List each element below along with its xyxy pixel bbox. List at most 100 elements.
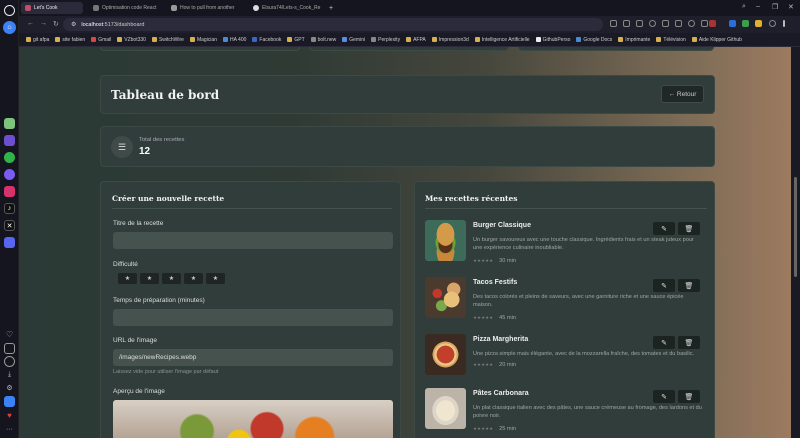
bookmark-label: Facebook xyxy=(259,36,282,43)
bookmark-item[interactable]: SwitchWire xyxy=(151,37,184,43)
menu-icon[interactable] xyxy=(783,20,785,27)
search-tabs-icon[interactable]: ⌕ xyxy=(742,3,746,11)
vpn-icon[interactable] xyxy=(649,20,656,27)
minimize-icon[interactable]: – xyxy=(756,3,760,10)
recipe-item[interactable]: Tacos Festifs Des tacos colorés et plein… xyxy=(425,277,711,323)
history-icon[interactable] xyxy=(4,356,15,367)
bookmark-item[interactable]: Gmail xyxy=(91,37,111,43)
difficulty-star-1[interactable]: ★ xyxy=(118,273,137,284)
delete-recipe-button[interactable]: 🗑 xyxy=(678,336,700,349)
maximize-icon[interactable]: ❐ xyxy=(772,3,778,11)
extensions-icon[interactable] xyxy=(769,20,776,27)
settings-icon[interactable]: ⚙ xyxy=(4,382,15,393)
bookmark-item[interactable]: AFPA xyxy=(406,37,426,43)
bookmark-item[interactable]: HA 400 xyxy=(222,37,246,43)
tab-optimisation[interactable]: Optimisation code React xyxy=(89,2,167,14)
delete-recipe-button[interactable]: 🗑 xyxy=(678,279,700,292)
delete-recipe-button[interactable]: 🗑 xyxy=(678,390,700,403)
tab-github[interactable]: Elsura74/Lets-s_Cook_Re xyxy=(249,2,323,14)
bookmark-item[interactable]: Facebook xyxy=(252,37,281,43)
more-icon[interactable]: ··· xyxy=(4,424,15,435)
instagram-icon[interactable] xyxy=(4,186,15,197)
recipe-stars: ★★★★★ xyxy=(473,362,494,367)
difficulty-star-5[interactable]: ★ xyxy=(206,273,225,284)
bookmark-label: Gemini xyxy=(349,36,366,43)
bookmark-folder-icon xyxy=(576,37,582,42)
image-url-input[interactable]: /images/newRecipes.webp xyxy=(113,349,393,366)
delete-recipe-button[interactable]: 🗑 xyxy=(678,222,700,235)
heart-toolbar-icon[interactable] xyxy=(688,20,695,27)
edit-recipe-button[interactable]: ✎ xyxy=(653,222,675,235)
share-icon[interactable] xyxy=(623,20,630,27)
bookmark-item[interactable]: site fabien xyxy=(55,37,85,43)
site-info-icon[interactable]: ⚙ xyxy=(71,21,76,28)
tab-lets-cook[interactable]: Let's Cook xyxy=(21,2,83,14)
page-content: Tableau de bord ← Retour ☰ Total des rec… xyxy=(19,47,791,438)
snapshot-icon[interactable] xyxy=(675,20,682,27)
dashboard-header: Tableau de bord ← Retour xyxy=(100,75,715,114)
download-toolbar-icon[interactable] xyxy=(701,20,708,27)
messenger-icon[interactable] xyxy=(4,169,15,180)
tab-label: Elsura74/Lets-s_Cook_Re xyxy=(262,5,321,11)
download-icon[interactable]: ⤓ xyxy=(4,369,15,380)
scrollbar-thumb[interactable] xyxy=(794,177,797,277)
opera-logo-icon[interactable] xyxy=(4,5,15,16)
camera-icon[interactable] xyxy=(610,20,617,27)
reload-icon[interactable]: ↻ xyxy=(53,20,59,28)
extension-green-icon[interactable] xyxy=(742,20,749,27)
forward-icon[interactable]: → xyxy=(40,20,47,27)
extension-color-icon[interactable] xyxy=(755,20,762,27)
discord-icon[interactable] xyxy=(4,237,15,248)
whatsapp-icon[interactable] xyxy=(4,152,15,163)
pinned-heart-icon[interactable]: ♥ xyxy=(4,410,15,421)
profile-avatar-icon[interactable] xyxy=(709,20,716,27)
bookmark-item[interactable]: Gemini xyxy=(342,37,365,43)
bookmark-item[interactable]: bolt.new xyxy=(310,37,336,43)
bookmark-item[interactable]: Magician xyxy=(189,37,217,43)
bookmark-item[interactable]: Google Docs xyxy=(576,37,612,43)
home-icon[interactable]: ⌂ xyxy=(3,21,16,34)
difficulty-star-4[interactable]: ★ xyxy=(184,273,203,284)
wallet-icon[interactable] xyxy=(662,20,669,27)
bookmark-item[interactable]: Télévision xyxy=(656,37,686,43)
difficulty-star-2[interactable]: ★ xyxy=(140,273,159,284)
back-button[interactable]: ← Retour xyxy=(661,85,704,103)
recipe-item[interactable]: Pizza Margherita Une pizza simple mais é… xyxy=(425,334,711,380)
image-url-label: URL de l'image xyxy=(113,337,157,344)
prep-time-input[interactable] xyxy=(113,309,393,326)
chat-icon[interactable] xyxy=(4,343,15,354)
url-field[interactable]: ⚙ localhost:5173/dashboard xyxy=(63,18,603,31)
edit-recipe-button[interactable]: ✎ xyxy=(653,390,675,403)
workspace-icon[interactable] xyxy=(4,118,15,129)
close-window-icon[interactable]: ✕ xyxy=(788,3,794,11)
screenshot-icon[interactable] xyxy=(636,20,643,27)
bookmark-item[interactable]: Imprimante xyxy=(618,37,650,43)
recipe-item[interactable]: Pâtes Carbonara Un plat classique italie… xyxy=(425,388,711,434)
recipe-item[interactable]: Burger Classique Un burger savoureux ave… xyxy=(425,220,711,266)
recipe-title-input[interactable] xyxy=(113,232,393,249)
bookmark-item[interactable]: Intelligence Artificielle xyxy=(474,37,530,43)
bookmark-label: VZbot330 xyxy=(124,36,146,43)
bookmark-item[interactable]: Perplexity xyxy=(371,37,400,43)
tab-how-to-pull[interactable]: How to pull from another xyxy=(167,2,249,14)
bookmark-item[interactable]: git afpa xyxy=(26,37,49,43)
bookmark-item[interactable]: VZbot330 xyxy=(117,37,146,43)
difficulty-star-3[interactable]: ★ xyxy=(162,273,181,284)
edit-recipe-button[interactable]: ✎ xyxy=(653,336,675,349)
back-icon[interactable]: ← xyxy=(27,20,34,27)
x-icon[interactable]: ✕ xyxy=(4,220,15,231)
aria-icon[interactable] xyxy=(4,135,15,146)
bookmark-item[interactable]: Aide Klipper Github xyxy=(691,37,742,43)
bookmark-item[interactable]: Impression3d xyxy=(431,37,469,43)
heart-icon[interactable]: ♡ xyxy=(4,329,15,340)
recipe-description: Un plat classique italien avec des pâtes… xyxy=(473,405,702,419)
edit-recipe-button[interactable]: ✎ xyxy=(653,279,675,292)
bookmark-item[interactable]: GPT xyxy=(287,37,305,43)
extension-icon[interactable] xyxy=(4,396,15,407)
extension-translate-icon[interactable] xyxy=(729,20,736,27)
bookmark-folder-icon xyxy=(287,37,293,42)
new-tab-button[interactable]: + xyxy=(325,2,335,14)
tiktok-icon[interactable]: ♪ xyxy=(4,203,15,214)
bookmark-item[interactable]: GithubPerso xyxy=(535,37,570,43)
page-scrollbar[interactable] xyxy=(791,47,800,438)
